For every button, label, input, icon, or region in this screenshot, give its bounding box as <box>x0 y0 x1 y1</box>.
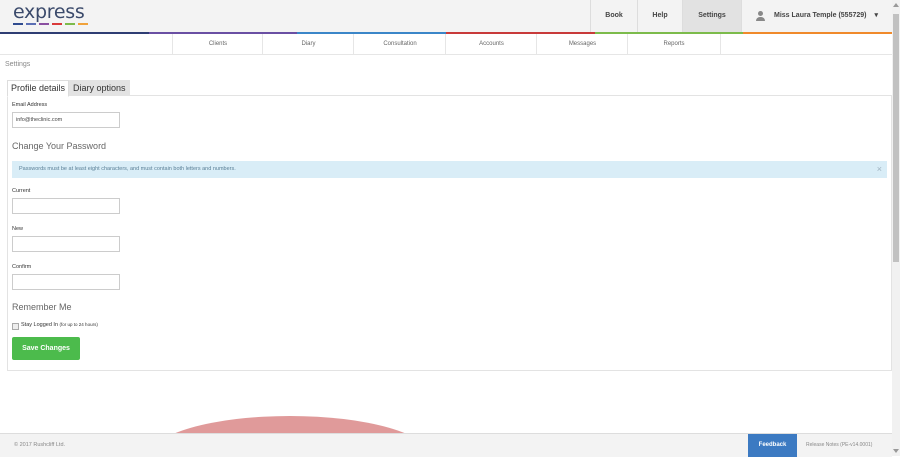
confirm-password-field[interactable] <box>12 274 120 290</box>
settings-button[interactable]: Settings <box>682 0 742 32</box>
scroll-down-icon[interactable] <box>893 449 899 453</box>
change-password-heading: Change Your Password <box>12 141 107 151</box>
nav-messages[interactable]: Messages <box>536 34 628 54</box>
logo-bar <box>39 23 49 25</box>
email-label: Email Address <box>12 102 48 108</box>
app-logo[interactable]: express <box>13 3 88 25</box>
top-nav: Book Help Settings Miss Laura Temple (55… <box>590 0 892 32</box>
stay-logged-in-text: Stay Logged In <box>21 322 59 328</box>
close-icon[interactable]: × <box>877 161 882 178</box>
logo-color-bars <box>13 23 88 25</box>
logo-bar <box>13 23 23 25</box>
release-notes-link[interactable]: Release Notes (PE-v14.0001) <box>806 434 872 457</box>
feedback-button[interactable]: Feedback <box>748 434 797 457</box>
current-password-label: Current <box>12 188 31 194</box>
remember-me-heading: Remember Me <box>12 302 72 312</box>
stay-logged-in-note: (for up to 24 hours) <box>59 322 98 327</box>
nav-diary[interactable]: Diary <box>262 34 354 54</box>
user-name: Miss Laura Temple (555729) <box>774 12 867 19</box>
new-password-label: New <box>12 226 24 232</box>
logo-bar <box>78 23 88 25</box>
user-icon <box>756 11 766 21</box>
user-menu[interactable]: Miss Laura Temple (555729) ▾ <box>741 0 892 32</box>
stay-logged-in-checkbox[interactable] <box>12 323 19 330</box>
nav-reports[interactable]: Reports <box>627 34 721 54</box>
current-password-field[interactable] <box>12 198 120 214</box>
copyright-text: © 2017 Rushcliff Ltd. <box>14 442 66 448</box>
page-title: Settings <box>5 61 31 68</box>
new-password-field[interactable] <box>12 236 120 252</box>
tab-profile-details[interactable]: Profile details <box>7 80 70 97</box>
scroll-up-icon[interactable] <box>893 3 899 7</box>
help-button[interactable]: Help <box>637 0 682 32</box>
save-changes-button[interactable]: Save Changes <box>12 337 80 360</box>
email-field[interactable]: info@theclinic.com <box>12 112 120 128</box>
book-button[interactable]: Book <box>590 0 637 32</box>
scrollbar-thumb[interactable] <box>893 14 899 262</box>
nav-consultation[interactable]: Consultation <box>353 34 446 54</box>
chevron-down-icon: ▾ <box>874 12 878 19</box>
footer: © 2017 Rushcliff Ltd. Feedback Release N… <box>0 433 892 457</box>
logo-bar <box>52 23 62 25</box>
confirm-password-label: Confirm <box>12 264 32 270</box>
alert-text: Passwords must be at least eight charact… <box>19 166 236 172</box>
vertical-scrollbar[interactable] <box>892 0 900 456</box>
nav-accounts[interactable]: Accounts <box>445 34 537 54</box>
nav-clients[interactable]: Clients <box>172 34 263 54</box>
main-nav: Clients Diary Consultation Accounts Mess… <box>0 34 892 55</box>
stay-logged-in-label: Stay Logged In (for up to 24 hours) <box>21 322 98 328</box>
password-info-alert: Passwords must be at least eight charact… <box>12 161 887 178</box>
logo-bar <box>26 23 36 25</box>
top-header: express Book Help Settings Miss Laura Te… <box>0 0 892 32</box>
profile-form-panel: Email Address info@theclinic.com Change … <box>7 95 892 371</box>
logo-bar <box>65 23 75 25</box>
logo-text: express <box>13 1 85 23</box>
